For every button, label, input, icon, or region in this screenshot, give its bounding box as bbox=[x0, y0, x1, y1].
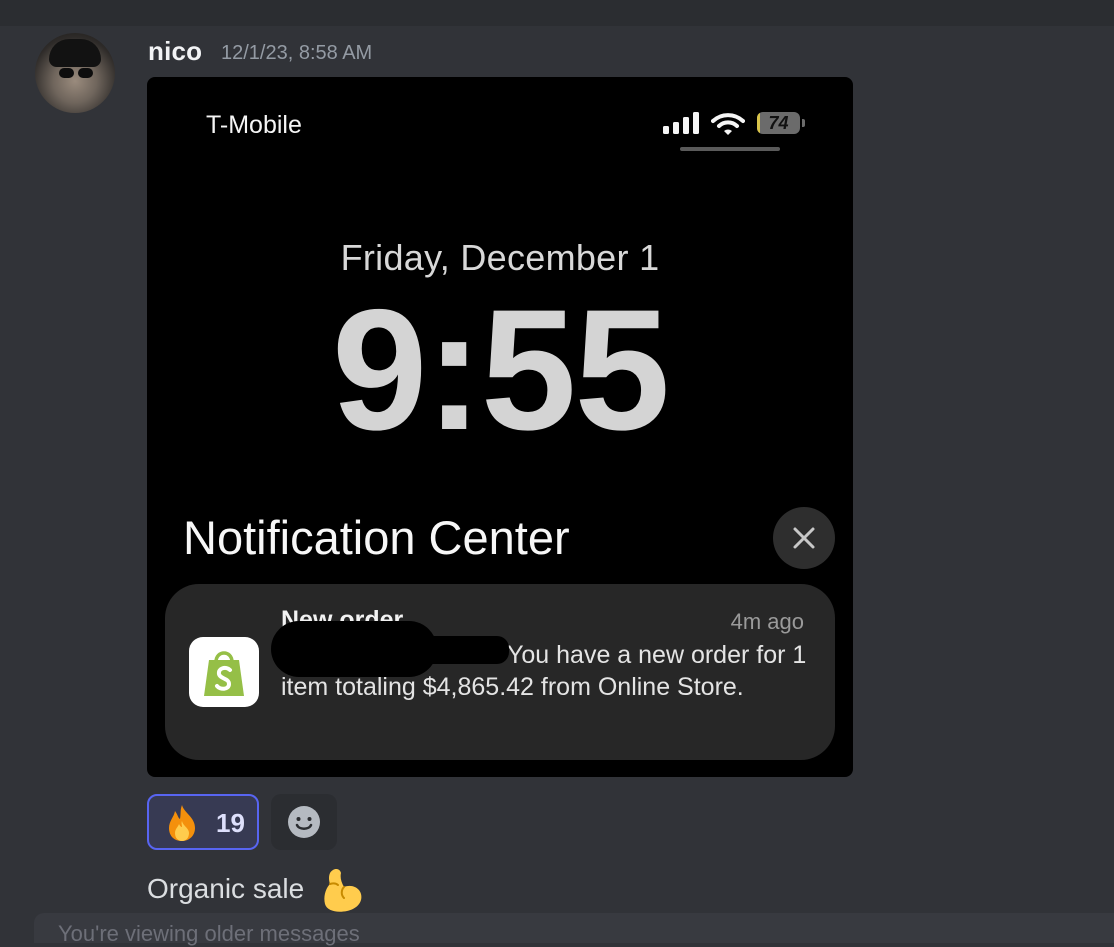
status-bar-icons: 74 bbox=[663, 111, 805, 139]
older-messages-bar[interactable]: You're viewing older messages bbox=[34, 913, 1114, 946]
notification-card[interactable]: New order 4m ago You have a new order fo… bbox=[165, 584, 835, 760]
notification-time: 4m ago bbox=[730, 609, 804, 634]
notification-center-title: Notification Center bbox=[183, 511, 570, 564]
flexed-biceps-icon bbox=[324, 869, 362, 912]
reaction-fire[interactable]: 19 bbox=[147, 794, 259, 850]
smiley-icon bbox=[288, 806, 320, 838]
battery-icon: 74 bbox=[757, 112, 800, 134]
fire-icon bbox=[169, 805, 195, 841]
battery-level: 74 bbox=[768, 113, 789, 133]
carrier-label: T-Mobile bbox=[206, 111, 302, 139]
message-author[interactable]: nico bbox=[148, 36, 202, 67]
avatar[interactable] bbox=[35, 33, 115, 113]
message-timestamp[interactable]: 12/1/23, 8:58 AM bbox=[221, 42, 372, 65]
reaction-count: 19 bbox=[216, 808, 245, 838]
wifi-icon bbox=[711, 113, 745, 135]
shopify-icon bbox=[189, 637, 259, 707]
message-content: Organic sale bbox=[147, 873, 305, 904]
redaction-mark bbox=[397, 636, 509, 664]
cellular-signal-icon bbox=[663, 112, 699, 134]
add-reaction-button[interactable] bbox=[271, 794, 337, 850]
dynamic-island-indicator bbox=[680, 147, 780, 151]
top-bar bbox=[0, 0, 1114, 26]
close-button[interactable] bbox=[773, 507, 835, 569]
lockscreen-date: Friday, December 1 bbox=[340, 237, 660, 278]
older-messages-text: You're viewing older messages bbox=[58, 921, 360, 946]
close-icon bbox=[793, 527, 815, 549]
lockscreen-time: 9:55 bbox=[331, 274, 670, 466]
image-attachment[interactable]: T-Mobile 74 Friday, December 1 9:55 Noti… bbox=[147, 77, 853, 777]
